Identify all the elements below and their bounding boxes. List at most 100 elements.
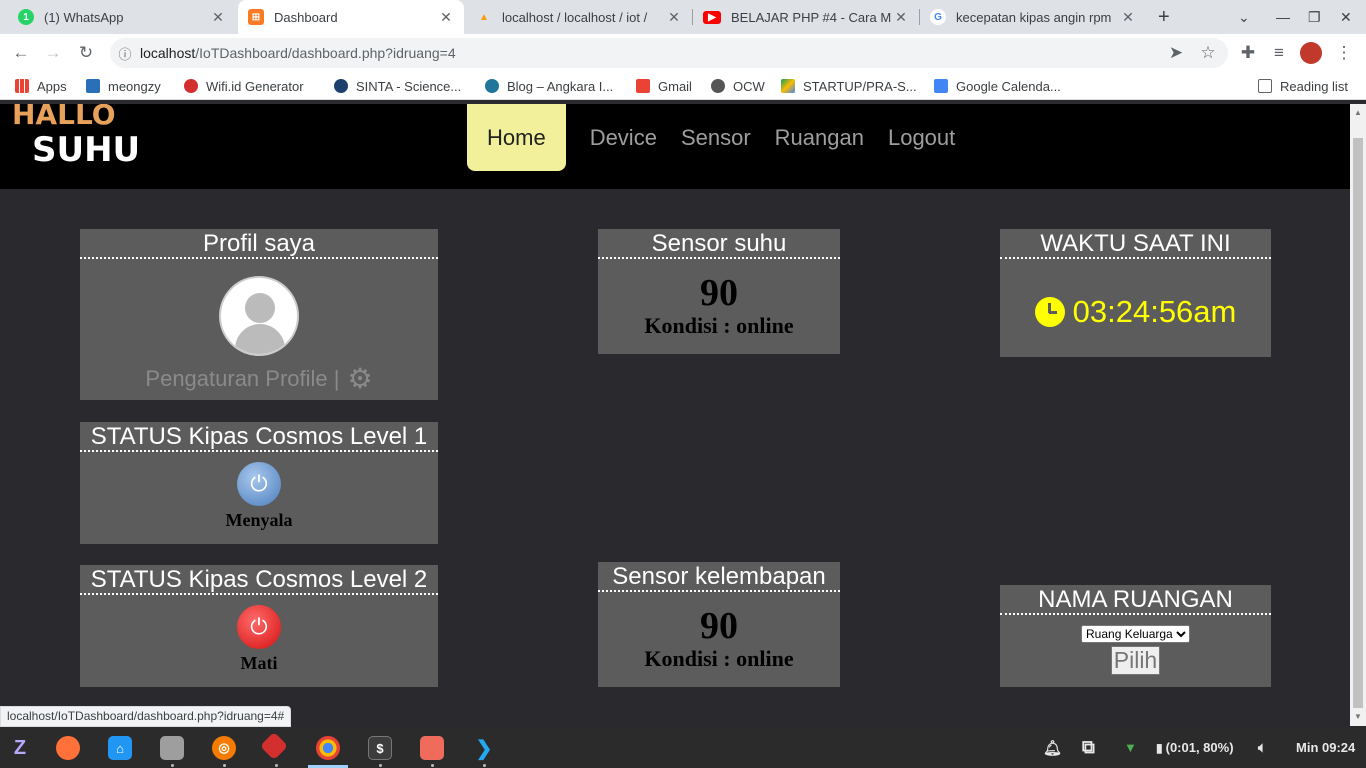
fan-level-1-state: Menyala (225, 510, 293, 530)
notification-bell-icon[interactable]: 🔔︎ (1043, 727, 1062, 768)
browser-tab-bar: 1 (1) WhatsApp ✕ ⊞ Dashboard ✕ ▲ localho… (0, 0, 1366, 34)
ubuntu-sync-icon[interactable]: ◎ (212, 736, 236, 760)
page-scrollbar[interactable]: ▲ ▼ (1350, 104, 1366, 726)
fan-level-2-state: Mati (240, 653, 278, 673)
tab-youtube[interactable]: ▶ BELAJAR PHP #4 - Cara M ✕ (693, 0, 919, 34)
close-tab-icon[interactable]: ✕ (1120, 9, 1136, 26)
firefox-icon[interactable] (56, 736, 80, 760)
tab-title: Dashboard (274, 9, 338, 25)
running-indicator (223, 764, 226, 767)
software-store-icon[interactable]: ⌂ (108, 736, 132, 760)
browser-toolbar: ← → ↻ ⓘ localhost/IoTDashboard/dashboard… (0, 34, 1366, 72)
minimize-window-icon[interactable]: — (1276, 0, 1290, 34)
bookmark-calendar[interactable]: Google Calenda... (934, 77, 1061, 95)
bookmark-ocw[interactable]: OCW (711, 77, 765, 95)
site-header: HALLO SUHU Home Device Sensor Ruangan Lo… (0, 104, 1350, 189)
current-time-title: WAKTU SAAT INI (1000, 229, 1271, 259)
tab-title: kecepatan kipas angin rpm (956, 9, 1112, 25)
chrome-icon[interactable] (316, 736, 340, 760)
bookmark-wifi-id[interactable]: Wifi.id Generator (184, 77, 304, 95)
bookmark-star-icon[interactable]: ☆ (1197, 42, 1219, 64)
back-arrow-icon[interactable]: ← (10, 42, 32, 64)
current-time-card: WAKTU SAAT INI 03:24:56am (1000, 229, 1271, 357)
reading-list-button[interactable]: Reading list (1258, 77, 1348, 95)
logo-suhu: SUHU (32, 130, 141, 170)
tab-dashboard[interactable]: ⊞ Dashboard ✕ (238, 0, 464, 34)
bookmark-meongzy[interactable]: meongzy (86, 77, 161, 95)
sublime-merge-icon[interactable] (259, 731, 289, 761)
room-name-card: NAMA RUANGAN Ruang Keluarga Pilih (1000, 585, 1271, 687)
fan-level-2-title: STATUS Kipas Cosmos Level 2 (80, 565, 438, 595)
restore-window-icon[interactable]: ❐ (1308, 0, 1321, 34)
nav-sensor[interactable]: Sensor (669, 104, 763, 171)
scroll-up-arrow-icon[interactable]: ▲ (1354, 108, 1362, 117)
tab-phpmyadmin[interactable]: ▲ localhost / localhost / iot / ✕ (466, 0, 692, 34)
zorin-menu-icon[interactable]: Z (8, 736, 32, 760)
humidity-condition: Kondisi : online (644, 646, 794, 671)
browser-menu-icon[interactable]: ⋮ (1333, 42, 1355, 64)
battery-status[interactable]: ▮ (0:01, 80%) (1156, 727, 1234, 768)
close-tab-icon[interactable]: ✕ (210, 9, 226, 26)
tab-whatsapp[interactable]: 1 (1) WhatsApp ✕ (8, 0, 236, 34)
tab-search-chevron-icon[interactable]: ⌄ (1238, 0, 1250, 34)
xampp-icon: ⊞ (248, 9, 264, 25)
bookmark-label: Blog – Angkara I... (507, 78, 614, 94)
bookmark-apps[interactable]: Apps (15, 77, 67, 95)
bookmark-sinta[interactable]: SINTA - Science... (334, 77, 461, 95)
profile-settings-link[interactable]: Pengaturan Profile | ⚙ (80, 362, 438, 395)
extensions-puzzle-icon[interactable]: ✚ (1237, 42, 1259, 64)
youtube-icon: ▶ (703, 10, 721, 24)
nav-ruangan[interactable]: Ruangan (763, 104, 876, 171)
media-queue-icon[interactable]: ≡ (1268, 42, 1290, 64)
apps-grid-icon (15, 79, 29, 93)
running-indicator (379, 764, 382, 767)
pilih-button[interactable]: Pilih (1110, 646, 1161, 675)
fan-level-2-card: STATUS Kipas Cosmos Level 2 ⏻ Mati (80, 565, 438, 687)
screenshot-tool-icon[interactable] (420, 736, 444, 760)
send-tab-icon[interactable]: ➤ (1165, 42, 1187, 64)
meongzy-icon (86, 79, 100, 93)
nav-device[interactable]: Device (578, 104, 669, 171)
reload-icon[interactable]: ↻ (75, 42, 97, 64)
fan-level-1-card: STATUS Kipas Cosmos Level 1 ⏻ Menyala (80, 422, 438, 544)
terminal-icon[interactable]: $ (368, 736, 392, 760)
nav-logout[interactable]: Logout (876, 104, 967, 171)
bookmark-startup[interactable]: STARTUP/PRA-S... (781, 77, 917, 95)
link-status-bar: localhost/IoTDashboard/dashboard.php?idr… (0, 706, 292, 727)
url-host: localhost (140, 45, 196, 61)
close-tab-icon[interactable]: ✕ (438, 9, 454, 26)
forward-arrow-icon[interactable]: → (42, 42, 64, 64)
tab-google-search[interactable]: G kecepatan kipas angin rpm ✕ (920, 0, 1146, 34)
vscode-icon[interactable]: ❯ (472, 736, 496, 760)
power-off-icon[interactable]: ⏻ (237, 605, 281, 649)
wifi-icon (184, 79, 198, 93)
volume-icon[interactable]: 🔈︎ (1258, 727, 1266, 768)
google-icon: G (930, 9, 946, 25)
bookmark-gmail[interactable]: Gmail (636, 77, 692, 95)
taskbar-clock[interactable]: Min 09:24 (1296, 727, 1355, 768)
files-folder-icon[interactable] (160, 736, 184, 760)
address-bar[interactable]: ⓘ localhost/IoTDashboard/dashboard.php?i… (110, 38, 1228, 68)
clock-display: 03:24:56am (1000, 294, 1271, 330)
site-info-icon[interactable]: ⓘ (110, 44, 140, 63)
running-indicator (431, 764, 434, 767)
google-drive-icon (781, 79, 795, 93)
new-tab-label: + (1158, 5, 1170, 28)
close-tab-icon[interactable]: ✕ (666, 9, 682, 26)
scroll-down-arrow-icon[interactable]: ▼ (1354, 712, 1362, 721)
bookmark-blog[interactable]: Blog – Angkara I... (485, 77, 613, 95)
profile-avatar-icon[interactable] (1300, 42, 1322, 64)
power-on-icon[interactable]: ⏻ (237, 462, 281, 506)
main-nav: Home Device Sensor Ruangan Logout (467, 104, 967, 171)
nav-home[interactable]: Home (467, 104, 566, 171)
running-indicator (483, 764, 486, 767)
url-text: localhost/IoTDashboard/dashboard.php?idr… (140, 45, 456, 61)
close-tab-icon[interactable]: ✕ (893, 9, 909, 26)
wifi-icon[interactable]: ▼ (1124, 727, 1137, 768)
scrollbar-thumb[interactable] (1353, 138, 1363, 708)
screen-share-icon[interactable]: ⧉ (1082, 727, 1095, 768)
room-select[interactable]: Ruang Keluarga (1081, 625, 1190, 643)
close-window-icon[interactable]: ✕ (1340, 0, 1352, 34)
bookmarks-bar: Apps meongzy Wifi.id Generator SINTA - S… (0, 72, 1366, 100)
new-tab-button[interactable]: + (1158, 0, 1170, 34)
